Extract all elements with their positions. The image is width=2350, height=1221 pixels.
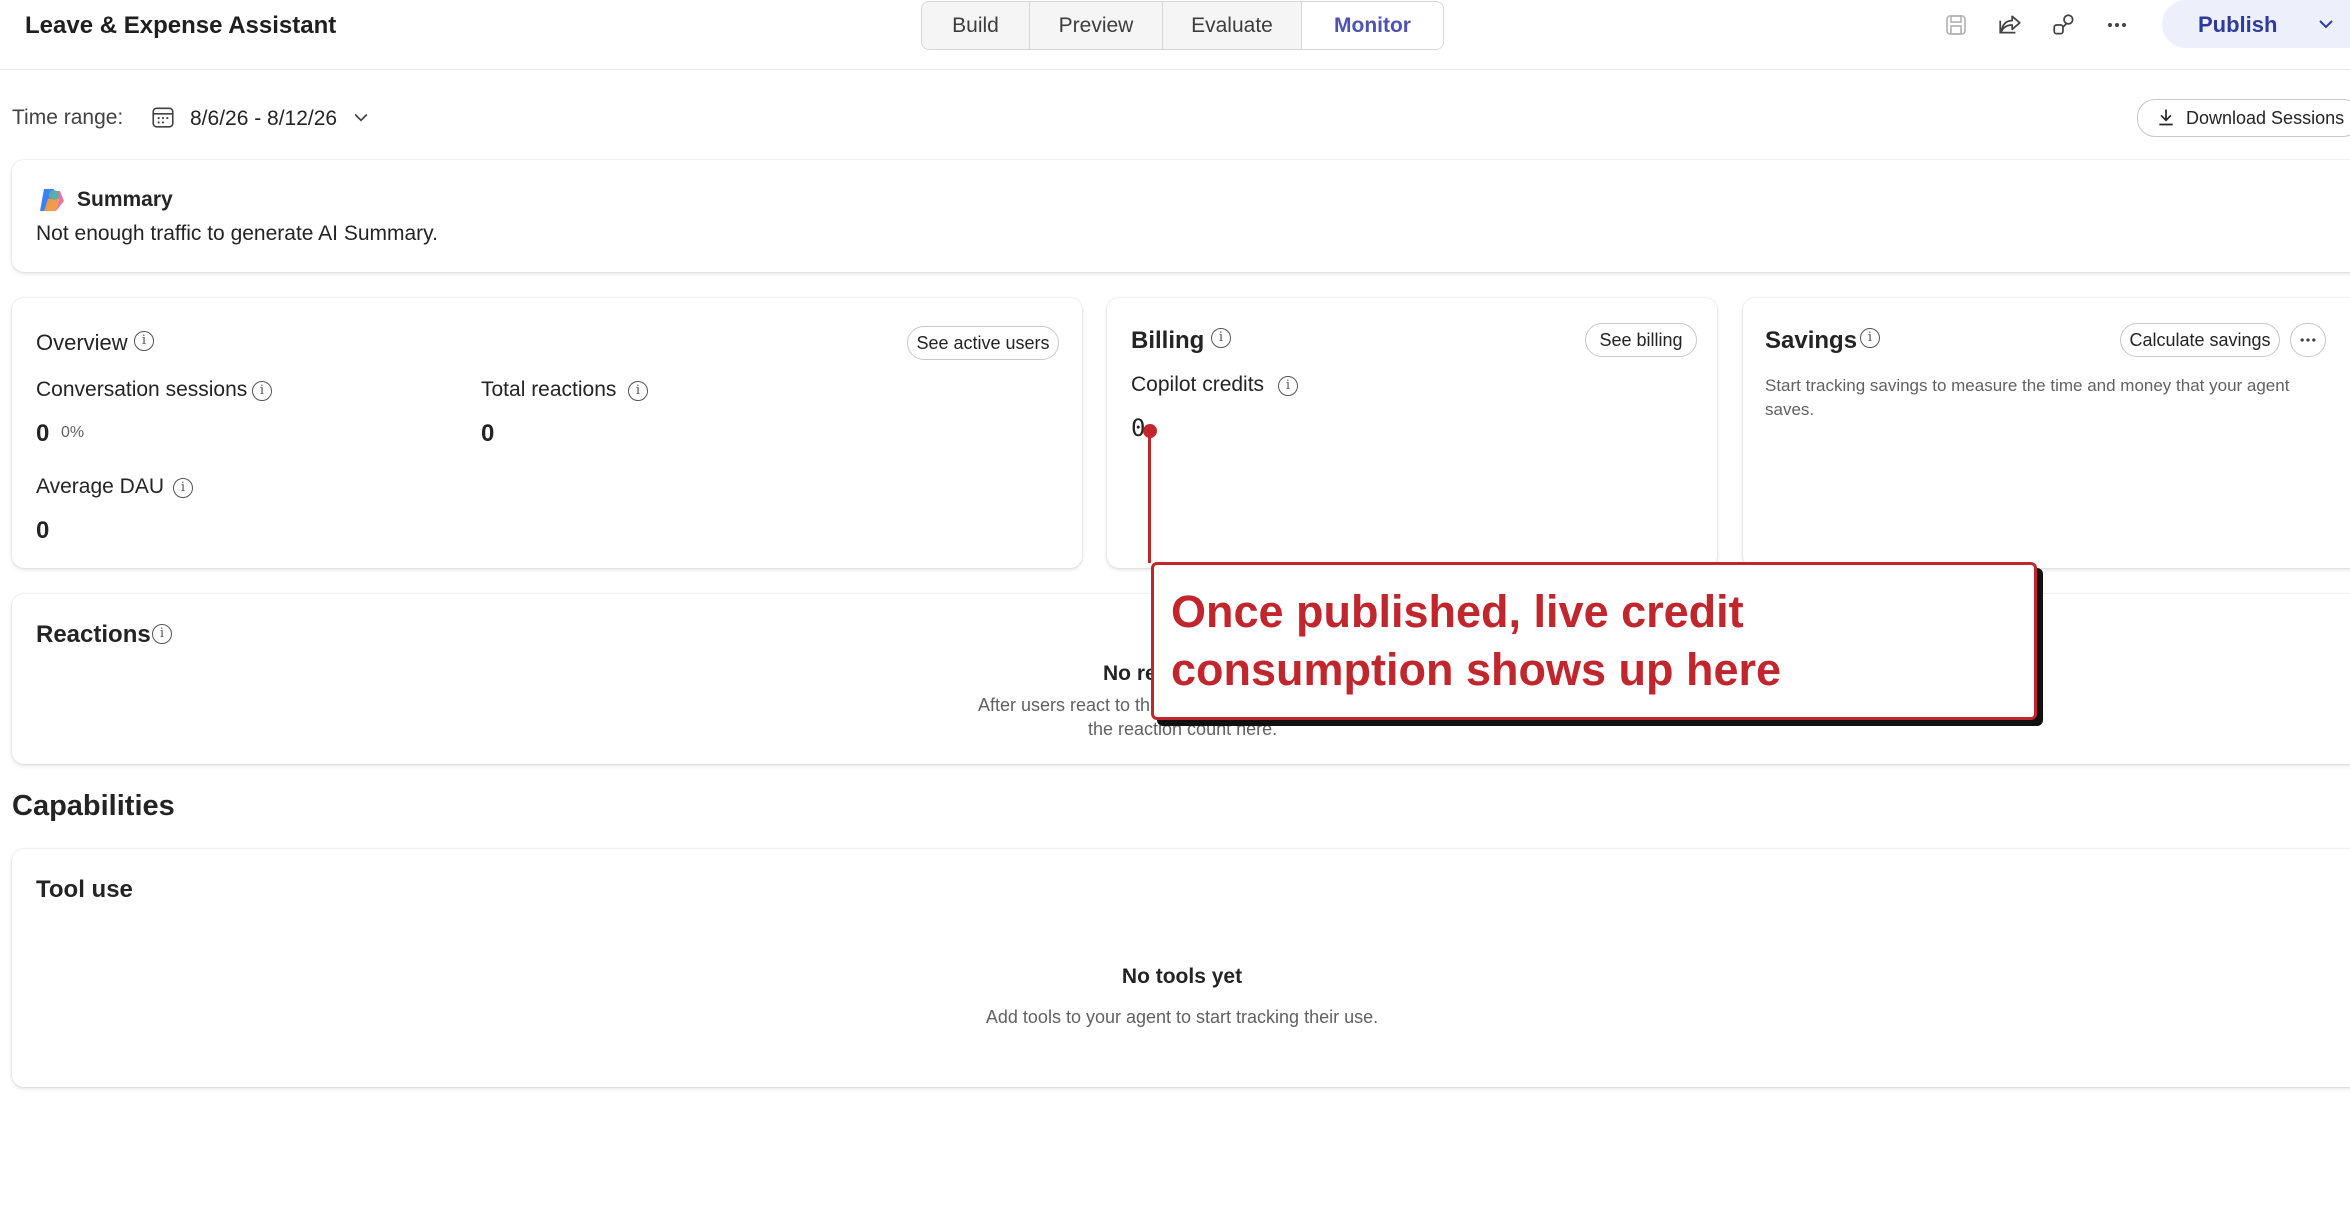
overview-title: Overview <box>36 330 128 355</box>
copilot-credits-label: Copilot credits <box>1131 373 1265 396</box>
billing-title: Billing <box>1131 327 1205 354</box>
summary-title: Summary <box>77 188 173 211</box>
tools-empty-title: No tools yet <box>1121 965 1243 988</box>
connect-icon[interactable] <box>2049 10 2079 40</box>
savings-text: Start tracking savings to measure the ti… <box>1765 376 2290 419</box>
overview-card: Overview i See active users Conversation… <box>12 298 1082 568</box>
download-sessions-button[interactable]: Download Sessions <box>2137 99 2350 137</box>
tab-evaluate[interactable]: Evaluate <box>1163 2 1302 49</box>
tab-monitor[interactable]: Monitor <box>1302 2 1443 49</box>
info-icon[interactable]: i <box>1278 376 1298 396</box>
download-icon <box>2156 107 2176 132</box>
more-icon[interactable] <box>2102 10 2132 40</box>
save-icon[interactable] <box>1941 10 1971 40</box>
conversation-sessions-pct: 0% <box>61 424 85 441</box>
calculate-savings-button[interactable]: Calculate savings <box>2120 323 2280 357</box>
see-billing-button[interactable]: See billing <box>1585 323 1697 357</box>
copilot-logo-icon <box>36 185 66 220</box>
tab-build[interactable]: Build <box>922 2 1030 49</box>
info-icon[interactable]: i <box>152 624 172 644</box>
annotation-leader-line <box>1148 432 1151 563</box>
conversation-sessions-value: 0 <box>36 420 50 447</box>
tools-empty-text: Add tools to your agent to start trackin… <box>985 1007 1379 1027</box>
time-range-label: Time range: <box>12 106 124 129</box>
reactions-empty-line1: After users react to th <box>978 695 1151 715</box>
average-dau-value: 0 <box>36 517 50 544</box>
publish-label: Publish <box>2198 12 2278 37</box>
share-icon[interactable] <box>1995 10 2025 40</box>
info-icon[interactable]: i <box>628 381 648 401</box>
savings-title: Savings <box>1765 327 1858 354</box>
summary-card: Summary Not enough traffic to generate A… <box>12 160 2350 272</box>
reactions-empty-line2: the reaction count here. <box>1088 719 1278 739</box>
date-range-picker[interactable]: 8/6/26 - 8/12/26 <box>150 100 371 138</box>
more-icon <box>2298 334 2318 354</box>
calendar-icon <box>150 104 176 135</box>
total-reactions-value: 0 <box>481 420 495 447</box>
see-active-users-button[interactable]: See active users <box>907 326 1059 360</box>
info-icon[interactable]: i <box>173 478 193 498</box>
summary-text: Not enough traffic to generate AI Summar… <box>36 222 438 245</box>
total-reactions-label: Total reactions <box>481 378 617 401</box>
savings-more-button[interactable] <box>2290 323 2326 357</box>
app-header: Leave & Expense Assistant Build Preview … <box>0 0 2350 70</box>
app-title: Leave & Expense Assistant <box>25 12 337 39</box>
chevron-down-icon[interactable] <box>2314 12 2338 36</box>
reactions-title: Reactions <box>36 621 151 648</box>
tab-preview[interactable]: Preview <box>1030 2 1163 49</box>
chevron-down-icon <box>351 107 371 132</box>
info-icon[interactable]: i <box>134 331 154 351</box>
date-range-value: 8/6/26 - 8/12/26 <box>190 107 338 130</box>
info-icon[interactable]: i <box>1860 328 1880 348</box>
annotation-callout: Once published, live credit consumption … <box>1151 562 2037 720</box>
capabilities-heading: Capabilities <box>12 790 175 822</box>
mode-tabs: Build Preview Evaluate Monitor <box>921 1 1444 50</box>
info-icon[interactable]: i <box>1211 328 1231 348</box>
conversation-sessions-label: Conversation sessions <box>36 378 248 401</box>
annotation-text: Once published, live credit consumption … <box>1171 586 1782 695</box>
reactions-empty-title: No re <box>1103 662 1157 685</box>
publish-button[interactable]: Publish <box>2162 0 2350 48</box>
billing-card: Billing i See billing Copilot credits i … <box>1107 298 1717 568</box>
info-icon[interactable]: i <box>252 381 272 401</box>
tool-use-card: Tool use No tools yet Add tools to your … <box>12 849 2350 1087</box>
annotation-marker-dot <box>1143 424 1157 438</box>
tool-use-title: Tool use <box>36 876 133 903</box>
savings-card: Savings i Calculate savings Start tracki… <box>1743 298 2350 568</box>
average-dau-label: Average DAU <box>36 475 165 498</box>
download-sessions-label: Download Sessions <box>2186 108 2345 128</box>
